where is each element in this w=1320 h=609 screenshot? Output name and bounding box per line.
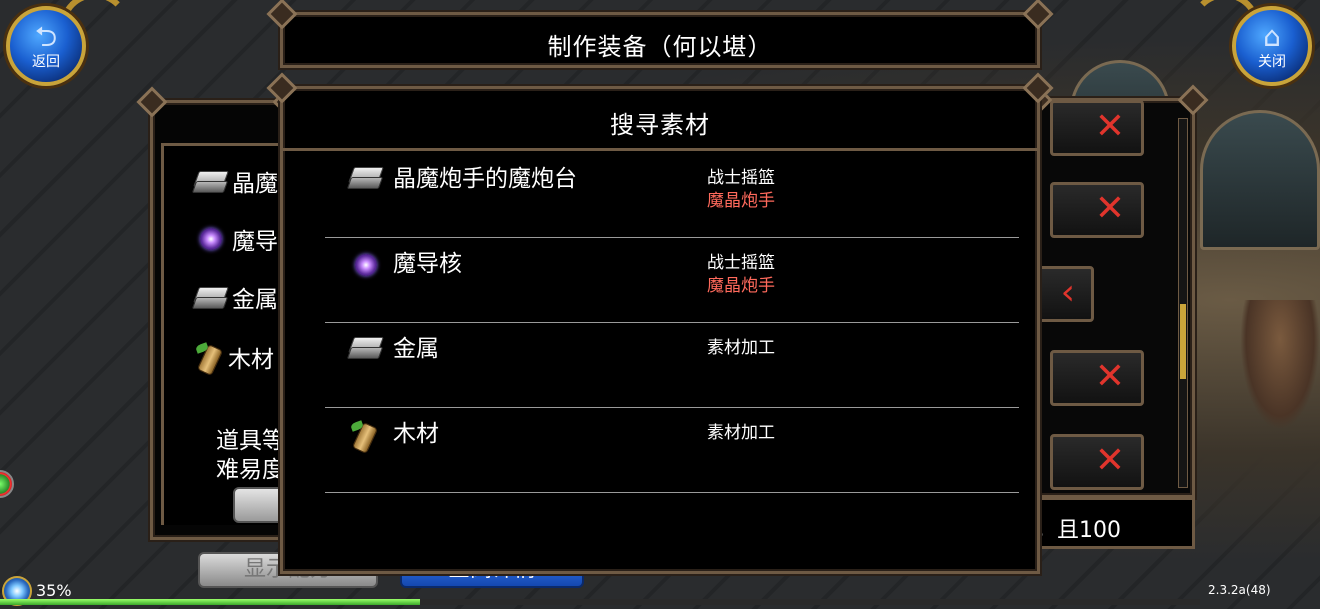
material-source: 素材加工 bbox=[707, 423, 775, 443]
page-title-bar: 制作装备（何以堪） bbox=[280, 12, 1040, 68]
table-row[interactable]: 金属 素材加工 bbox=[325, 323, 1019, 408]
scene-window bbox=[1200, 110, 1320, 250]
difficulty-label: 难易度 bbox=[216, 457, 285, 483]
material-name: 金属 bbox=[393, 336, 439, 362]
search-materials-dialog: 搜寻素材 晶魔炮手的魔炮台 战士摇篮 魔晶炮手 魔导核 战士摇篮 魔晶炮手 金属… bbox=[280, 86, 1040, 574]
close-icon: ✕ bbox=[1094, 356, 1125, 397]
progress-label: 35% bbox=[36, 581, 72, 600]
progress-bar bbox=[0, 599, 1200, 605]
table-row[interactable]: 魔导核 战士摇篮 魔晶炮手 bbox=[325, 238, 1019, 323]
close-icon: ✕ bbox=[1094, 440, 1125, 481]
status-bar: 35% 2.3.2a(48) bbox=[0, 575, 1320, 609]
requirement-text: ，且100 bbox=[1035, 518, 1121, 543]
ingot-icon bbox=[349, 165, 385, 195]
requirement-info: ，且100 bbox=[1035, 497, 1195, 549]
material-source-detail: 魔晶炮手 bbox=[707, 191, 775, 211]
material-label: 木材 bbox=[228, 347, 274, 373]
page-title: 制作装备（何以堪） bbox=[547, 33, 773, 61]
back-button[interactable]: ⮌ 返回 bbox=[6, 6, 86, 86]
table-row[interactable]: 晶魔炮手的魔炮台 战士摇篮 魔晶炮手 bbox=[325, 153, 1019, 238]
recipe-materials-panel: 晶魔 魔导 金属 木材 道具等 难易度 bbox=[150, 100, 293, 540]
material-label: 魔导 bbox=[232, 229, 278, 255]
back-arrow-icon: ⮌ bbox=[34, 20, 58, 53]
materials-list: 晶魔 魔导 金属 木材 道具等 难易度 bbox=[161, 143, 287, 525]
chevron-left-icon: ‹ bbox=[1060, 272, 1075, 313]
remove-button[interactable]: ✕ bbox=[1050, 434, 1144, 490]
ingot-icon bbox=[194, 285, 228, 309]
wood-icon bbox=[194, 342, 224, 372]
slots-scrollbar[interactable] bbox=[1178, 118, 1188, 488]
remove-button[interactable]: ✕ bbox=[1050, 182, 1144, 238]
material-label: 晶魔 bbox=[232, 171, 278, 197]
material-name: 魔导核 bbox=[393, 251, 462, 277]
dialog-title: 搜寻素材 bbox=[610, 111, 710, 139]
wood-icon bbox=[349, 420, 385, 450]
home-icon: ⌂ bbox=[1263, 20, 1281, 53]
material-source-detail: 魔晶炮手 bbox=[707, 276, 775, 296]
material-source: 战士摇篮 bbox=[707, 253, 775, 273]
material-name: 晶魔炮手的魔炮台 bbox=[393, 166, 577, 192]
material-name: 木材 bbox=[393, 421, 439, 447]
close-label: 关闭 bbox=[1258, 54, 1286, 70]
dialog-header: 搜寻素材 bbox=[283, 89, 1037, 151]
material-label: 金属 bbox=[232, 287, 278, 313]
close-icon: ✕ bbox=[1094, 188, 1125, 229]
back-label: 返回 bbox=[32, 54, 60, 70]
close-icon: ✕ bbox=[1094, 106, 1125, 147]
remove-button[interactable]: ✕ bbox=[1050, 100, 1144, 156]
ingot-icon bbox=[349, 335, 385, 365]
list-item[interactable]: 木材 bbox=[194, 342, 274, 373]
scene-character bbox=[1240, 300, 1320, 430]
material-source: 素材加工 bbox=[707, 338, 775, 358]
list-item[interactable]: 晶魔 bbox=[194, 166, 278, 197]
remove-button[interactable]: ✕ bbox=[1050, 350, 1144, 406]
scrollbar-thumb[interactable] bbox=[1180, 304, 1186, 379]
ingot-icon bbox=[194, 169, 228, 193]
table-row[interactable]: 木材 素材加工 bbox=[325, 408, 1019, 493]
version-label: 2.3.2a(48) bbox=[1208, 583, 1271, 597]
magic-core-icon bbox=[200, 228, 222, 250]
list-item[interactable]: 魔导 bbox=[194, 224, 278, 255]
close-button[interactable]: ⌂ 关闭 bbox=[1232, 6, 1312, 86]
progress-fill bbox=[0, 599, 420, 605]
magic-core-icon bbox=[349, 250, 385, 280]
list-item[interactable]: 金属 bbox=[194, 282, 278, 313]
material-source: 战士摇篮 bbox=[707, 168, 775, 188]
